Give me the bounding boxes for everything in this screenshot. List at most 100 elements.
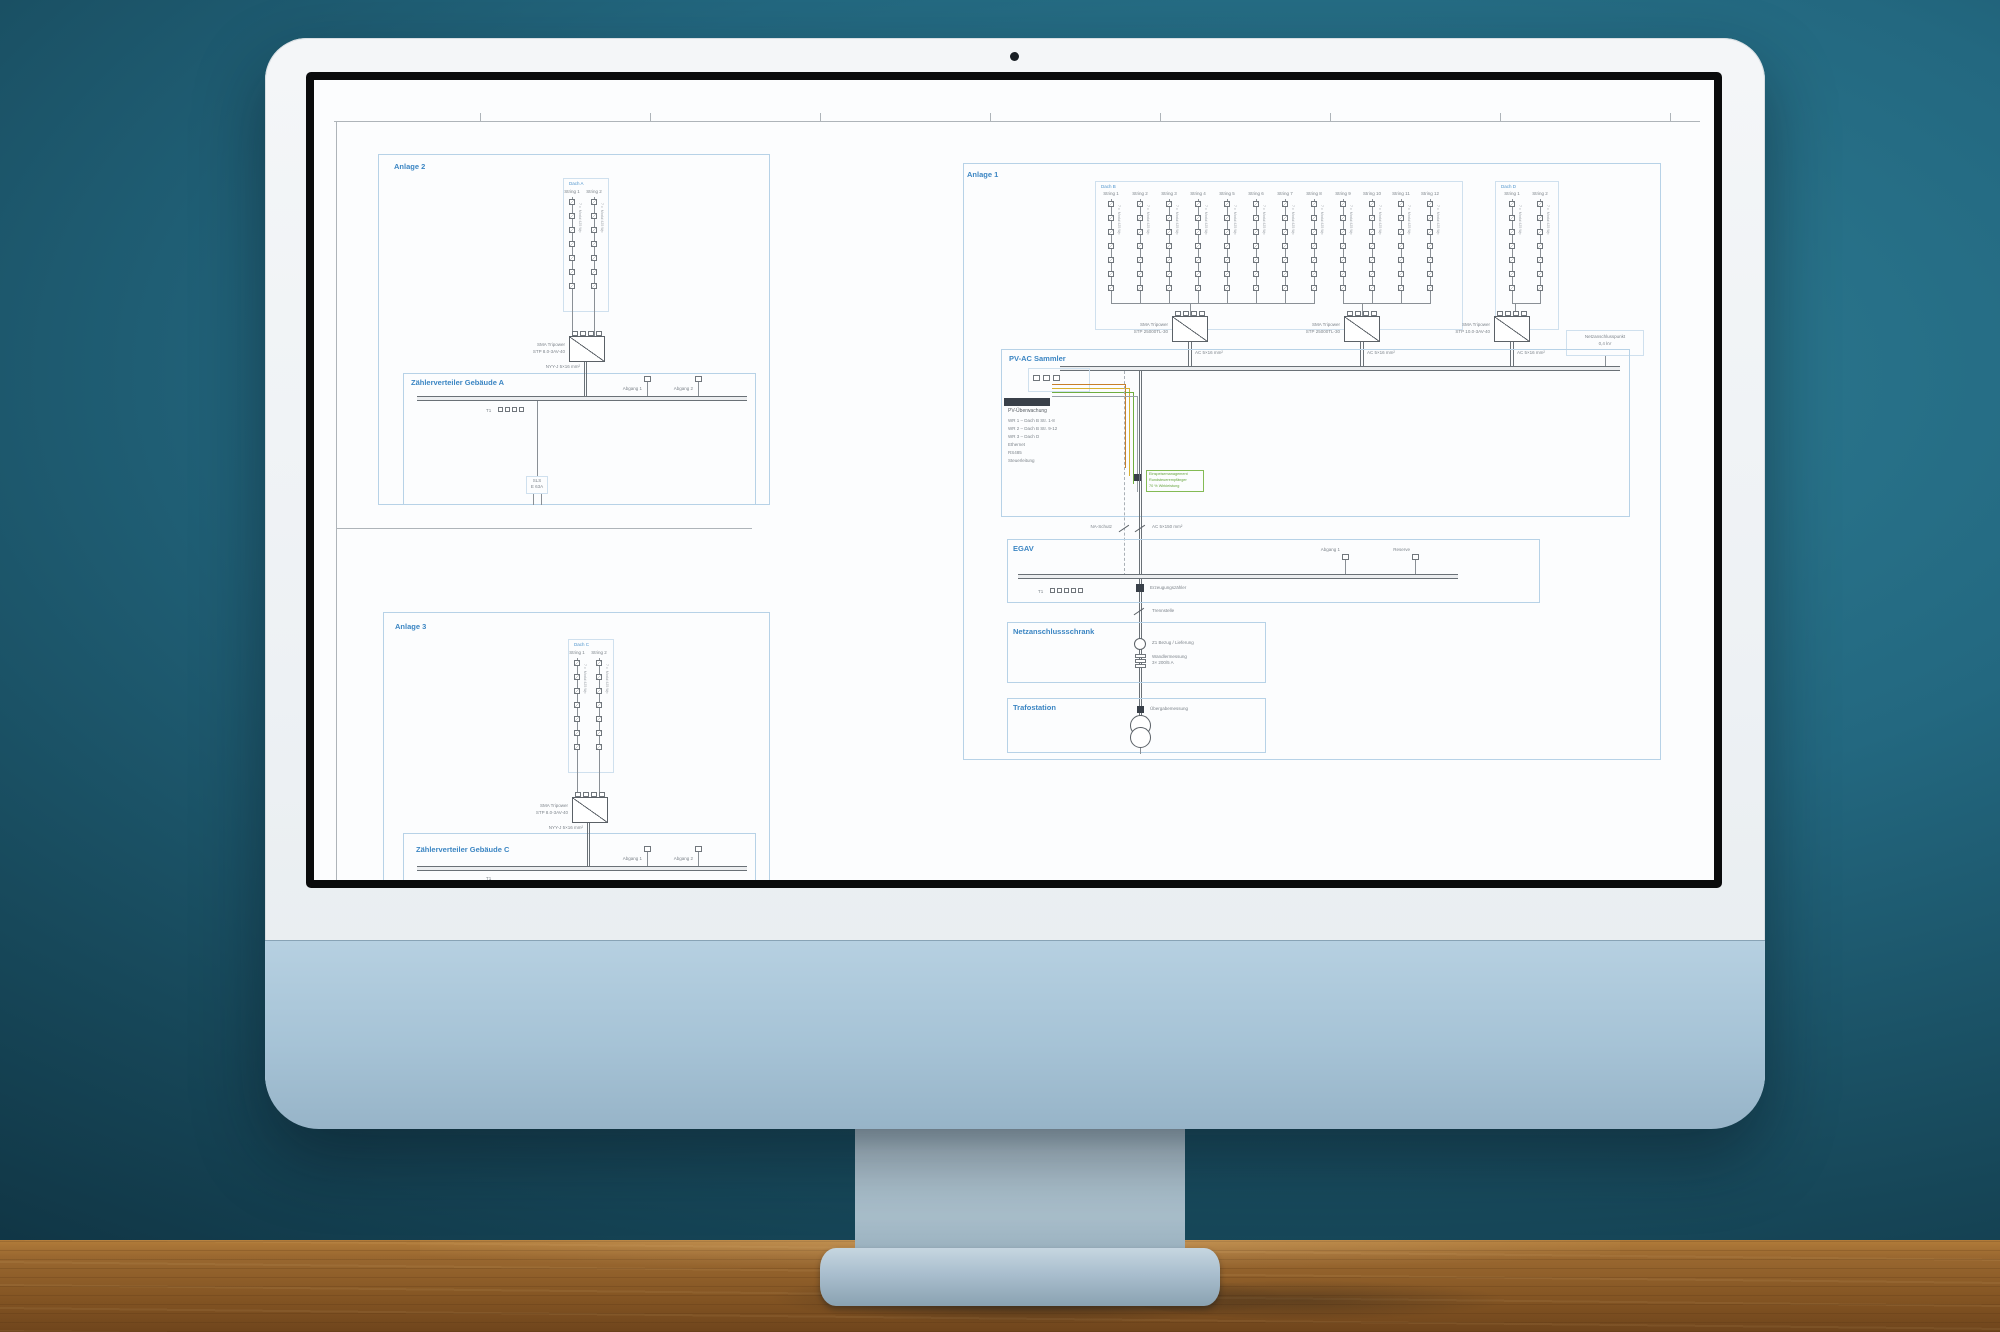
dc-wire [577, 750, 578, 797]
pv-module-icon [591, 227, 597, 233]
pv-module-icon [1108, 257, 1114, 263]
pv-module-icon [596, 674, 602, 680]
frame-tick [1500, 113, 1501, 121]
string-note: 7× Modul 425 Wp [598, 203, 603, 283]
pv-module-icon [1224, 271, 1230, 277]
string-note: 7× Modul 425 Wp [581, 664, 586, 744]
pv-module-icon [1311, 215, 1317, 221]
string-note: 7× Modul 425 Wp [1434, 205, 1439, 285]
inverter-label: SMA Tripower [1280, 322, 1340, 328]
dc-wire [1372, 291, 1373, 303]
meter-cell [505, 407, 510, 412]
anlage3-title: Anlage 3 [395, 623, 515, 632]
pv-module-icon [574, 716, 580, 722]
pv-module-icon [1224, 215, 1230, 221]
roof-label: Dach C [574, 643, 614, 649]
meter-cell [1071, 588, 1076, 593]
roof-label: Dach A [569, 182, 609, 188]
screen-bezel: Anlage 2Dach AString 17× Modul 425 WpStr… [306, 72, 1722, 888]
pv-module-icon [1537, 201, 1543, 207]
pv-module-icon [591, 269, 597, 275]
string-header: String 12 [1414, 191, 1446, 197]
schematic-sheet: Anlage 2Dach AString 17× Modul 425 WpStr… [314, 80, 1714, 880]
pv-module-icon [1108, 271, 1114, 277]
pv-module-icon [569, 199, 575, 205]
pv-module-icon [1253, 243, 1259, 249]
branch-label: Reserve [1366, 547, 1410, 553]
frame-top-line [334, 121, 1700, 122]
imac-body: Anlage 2Dach AString 17× Modul 425 WpStr… [265, 38, 1765, 1128]
string-note: 7× Modul 425 Wp [1173, 205, 1178, 285]
na-schutz-label: NA-Schutz [1062, 524, 1112, 530]
anlage3-dist-title: Zählerverteiler Gebäude C [416, 846, 616, 855]
pv-module-icon [1427, 243, 1433, 249]
pv-module-icon [1282, 243, 1288, 249]
branch-wire [698, 852, 699, 866]
ac-drop [587, 823, 590, 866]
pv-module-icon [1537, 229, 1543, 235]
inverter-label: SMA Tripower [1108, 322, 1168, 328]
pv-module-icon [1253, 257, 1259, 263]
string-note: 7× Modul 425 Wp [1202, 205, 1207, 285]
frame-tick [480, 113, 481, 121]
frame-tick [1160, 113, 1161, 121]
pv-ac-busbar [1060, 366, 1620, 371]
branch-fuse-icon [1412, 554, 1419, 560]
pv-module-icon [1224, 229, 1230, 235]
pv-module-icon [1137, 201, 1143, 207]
pv-module-icon [596, 660, 602, 666]
pv-module-icon [596, 688, 602, 694]
pv-module-icon [1137, 243, 1143, 249]
inverter-label: SMA Tripower [508, 803, 568, 809]
pv-module-icon [591, 255, 597, 261]
pv-module-icon [1166, 257, 1172, 263]
string-note: 7× Modul 425 Wp [1115, 205, 1120, 285]
string-header: String 5 [1211, 191, 1243, 197]
inverter-label: SMA Tripower [1430, 322, 1490, 328]
dc-wire [1314, 291, 1315, 303]
pv-module-icon [1398, 243, 1404, 249]
anlage2-busbar [417, 396, 747, 401]
pv-module-icon [1311, 257, 1317, 263]
pv-module-icon [574, 702, 580, 708]
meter-row-label: T1 [1038, 589, 1050, 595]
branch-wire [1345, 560, 1346, 574]
meter-cell [498, 407, 503, 412]
pv-module-icon [1427, 257, 1433, 263]
meter-cell [512, 407, 517, 412]
pv-module-icon [1369, 229, 1375, 235]
string-note: 7× Modul 425 Wp [603, 664, 608, 744]
egav-busbar [1018, 574, 1458, 579]
pv-module-icon [1398, 271, 1404, 277]
pv-module-icon [569, 241, 575, 247]
dc-wire [594, 289, 595, 336]
pv-module-icon [1509, 243, 1515, 249]
highlight-line: Einspeisemanagement [1149, 472, 1203, 477]
string-header: String 3 [1153, 191, 1185, 197]
branch-wire [1415, 560, 1416, 574]
pv-module-icon [596, 702, 602, 708]
pv-module-icon [1137, 229, 1143, 235]
frame-tick [990, 113, 991, 121]
inverter-icon [572, 797, 608, 823]
pv-module-icon [569, 255, 575, 261]
branch-label: Abgang 1 [598, 386, 642, 392]
imac-chin [265, 940, 1765, 1129]
branch-fuse-icon [1342, 554, 1349, 560]
frame-tick [820, 113, 821, 121]
pv-module-icon [1340, 243, 1346, 249]
inverter-label: STP 25000TL-30 [1108, 329, 1168, 335]
feeder-wire [533, 494, 534, 505]
pv-module-icon [1166, 215, 1172, 221]
string-header: String 6 [1240, 191, 1272, 197]
grid-box-label: 0,4 kV [1566, 341, 1644, 347]
grid-box-label: Netzanschlusspunkt [1566, 334, 1644, 340]
pv-module-icon [574, 674, 580, 680]
pv-module-icon [1340, 229, 1346, 235]
inverter-label: STP 8.0-3AV-40 [505, 349, 565, 355]
dc-collector [1512, 303, 1541, 304]
feeder-wire [541, 494, 542, 505]
meter-cell [1050, 588, 1055, 593]
pv-module-icon [1282, 271, 1288, 277]
pv-module-icon [1195, 201, 1201, 207]
